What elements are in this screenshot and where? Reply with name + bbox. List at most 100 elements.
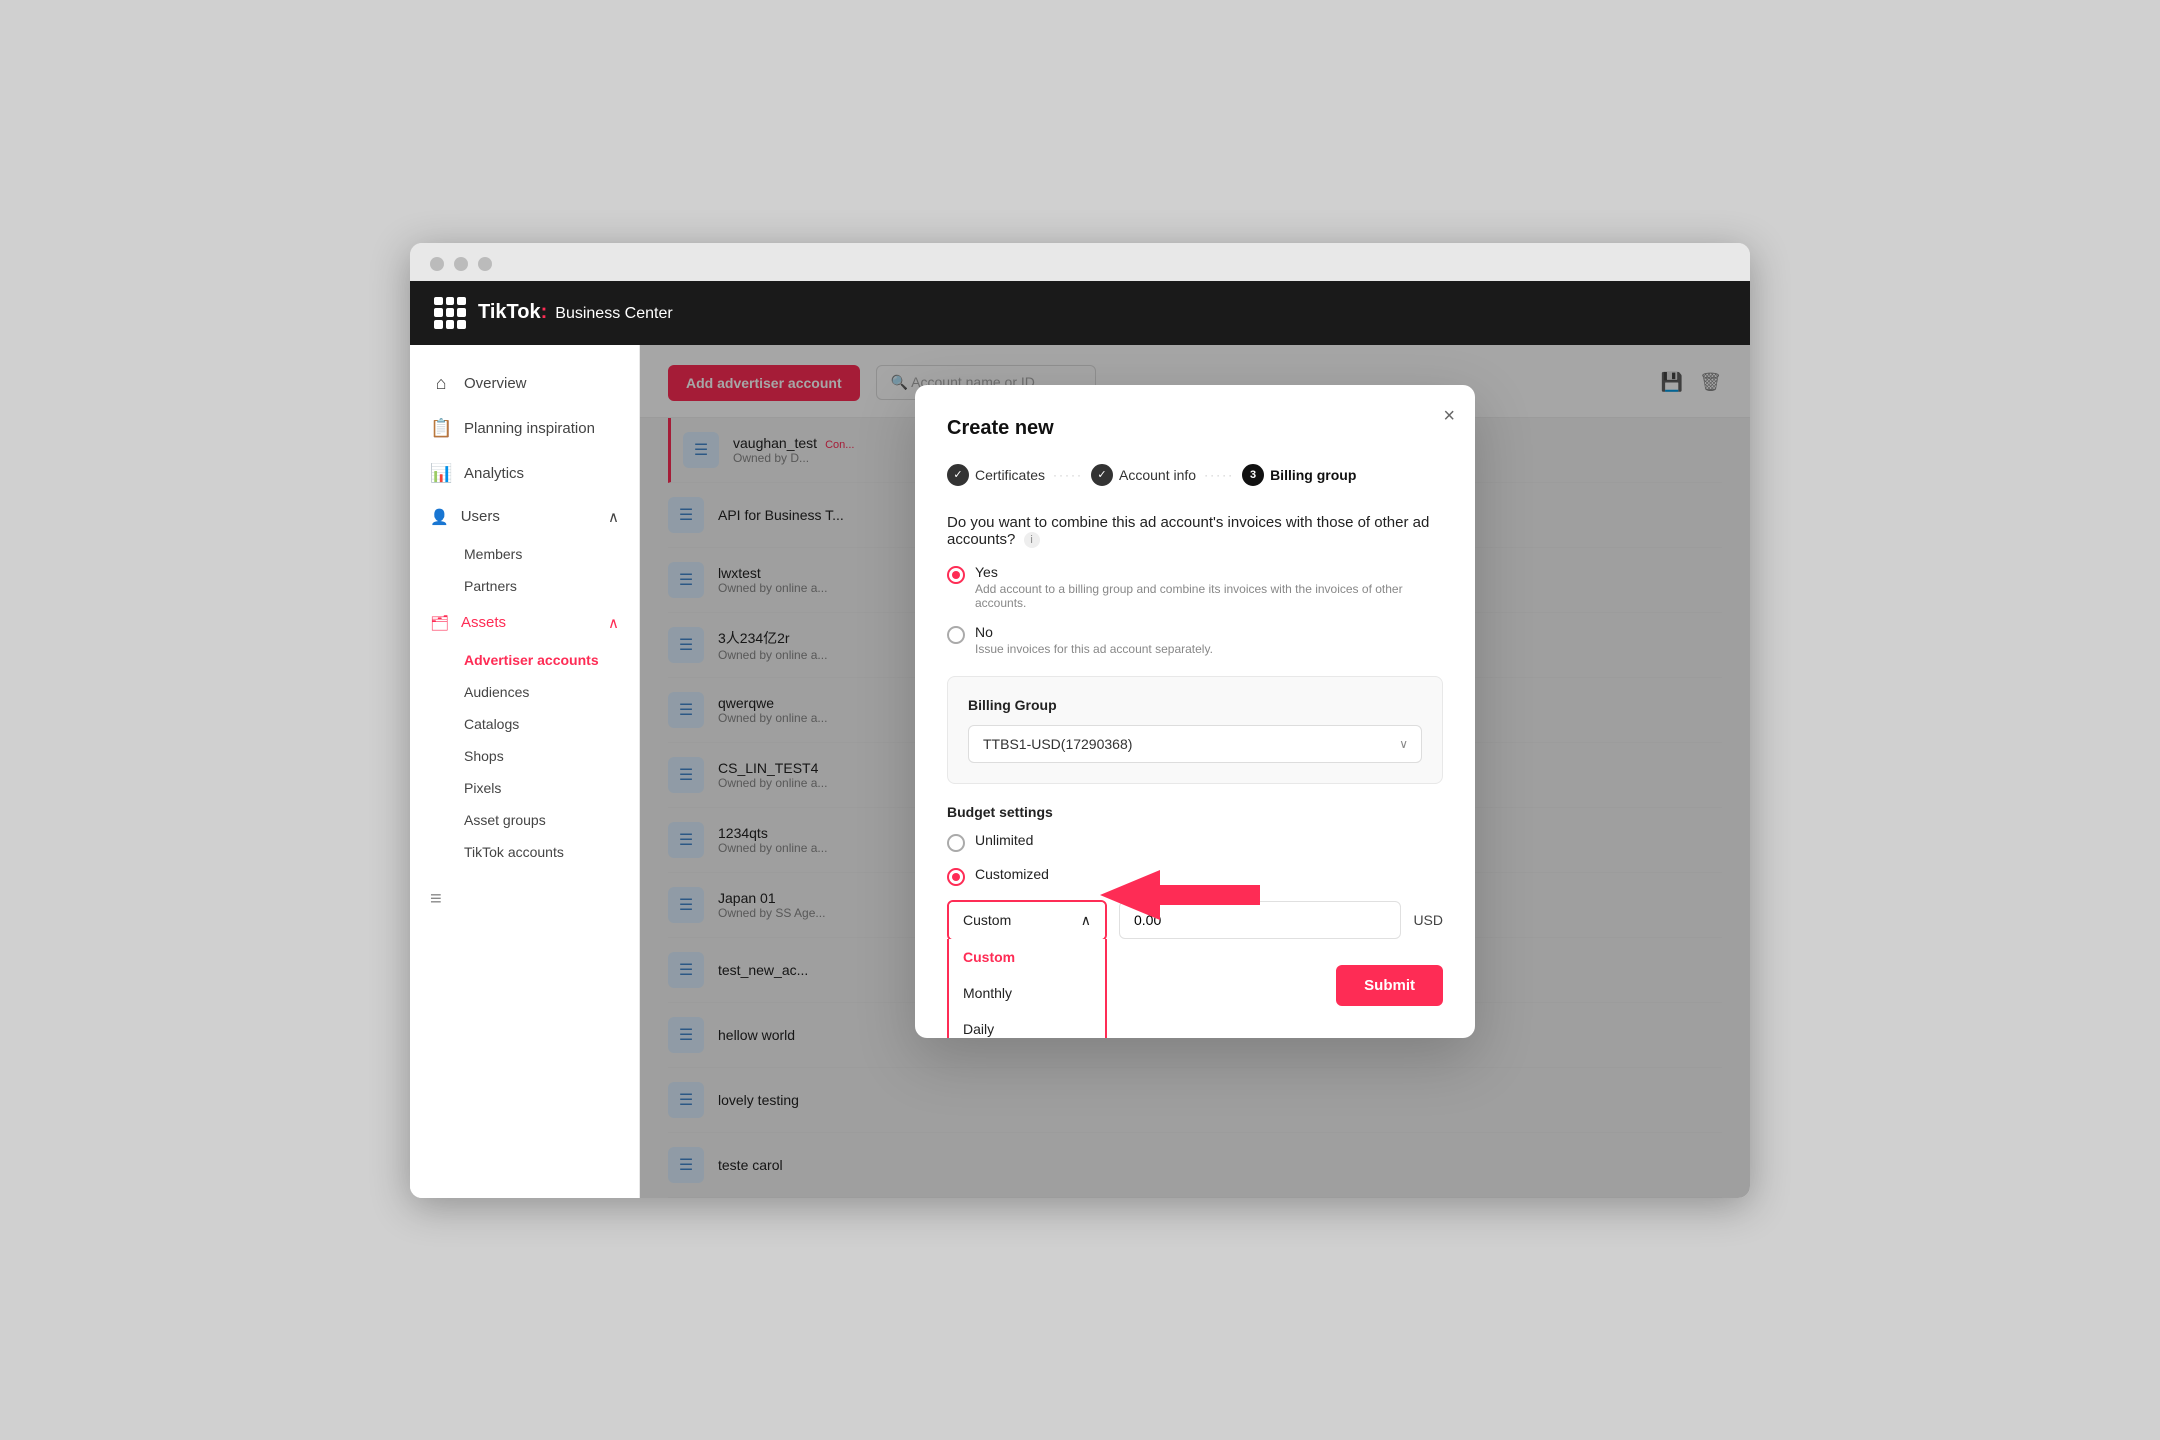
- sidebar-collapse-btn[interactable]: ≡: [410, 868, 639, 931]
- sidebar-label-catalogs: Catalogs: [464, 716, 519, 732]
- billing-group-value: TTBS1-USD(17290368): [983, 736, 1132, 752]
- sidebar-item-shops[interactable]: Shops: [410, 740, 639, 772]
- currency-label: USD: [1413, 912, 1443, 928]
- sidebar-label-overview: Overview: [464, 375, 527, 392]
- radio-yes-desc: Add account to a billing group and combi…: [975, 582, 1443, 610]
- assets-arrow-icon: ∧: [608, 614, 619, 632]
- dropdown-selected: Custom: [963, 912, 1011, 928]
- users-arrow-icon: ∧: [608, 508, 619, 526]
- sidebar-label-analytics: Analytics: [464, 465, 524, 482]
- sidebar-label-users: Users: [461, 508, 500, 525]
- sidebar-item-analytics[interactable]: 📊 Analytics: [410, 451, 639, 496]
- billing-group-select[interactable]: TTBS1-USD(17290368): [968, 725, 1422, 763]
- radio-unlimited-label: Unlimited: [975, 832, 1033, 848]
- dropdown-menu: Custom Monthly Daily: [947, 939, 1107, 1038]
- radio-group-billing: Yes Add account to a billing group and c…: [947, 564, 1443, 656]
- sidebar-label-pixels: Pixels: [464, 780, 501, 796]
- traffic-light-yellow: [454, 257, 468, 271]
- submit-button[interactable]: Submit: [1336, 965, 1443, 1006]
- billing-question: Do you want to combine this ad account's…: [947, 514, 1443, 548]
- traffic-light-red: [430, 257, 444, 271]
- users-icon: 👤: [430, 508, 449, 526]
- top-nav: TikTok: Business Center: [410, 281, 1750, 345]
- radio-yes-label: Yes: [975, 564, 1443, 580]
- app-container: TikTok: Business Center ⌂ Overview 📋 Pla…: [410, 281, 1750, 1198]
- sidebar-label-shops: Shops: [464, 748, 504, 764]
- sidebar-item-assets[interactable]: 🗂 Assets ∧: [410, 602, 639, 644]
- radio-no[interactable]: No Issue invoices for this ad account se…: [947, 624, 1443, 656]
- step-account-info: ✓ Account info: [1091, 464, 1196, 486]
- dropdown-chevron-icon: ∧: [1081, 912, 1091, 929]
- sidebar-item-advertiser[interactable]: Advertiser accounts: [410, 644, 639, 676]
- sidebar-item-users[interactable]: 👤 Users ∧: [410, 496, 639, 538]
- step-dots-2: ·····: [1204, 468, 1234, 482]
- modal-title: Create new: [947, 417, 1443, 440]
- step-certificates: ✓ Certificates: [947, 464, 1045, 486]
- brand-sub: Business Center: [555, 305, 672, 323]
- dropdown-item-daily[interactable]: Daily: [949, 1011, 1105, 1038]
- traffic-light-green: [478, 257, 492, 271]
- sidebar-item-partners[interactable]: Partners: [410, 570, 639, 602]
- dropdown-trigger[interactable]: Custom ∧: [949, 902, 1105, 939]
- modal-stepper: ✓ Certificates ····· ✓ Account info ····…: [947, 464, 1443, 486]
- modal-close-button[interactable]: ×: [1443, 405, 1455, 428]
- budget-row: Custom ∧ Custom Monthly Daily: [947, 900, 1443, 941]
- radio-no-desc: Issue invoices for this ad account separ…: [975, 642, 1213, 656]
- sidebar-item-tiktok-accounts[interactable]: TikTok accounts: [410, 836, 639, 868]
- dropdown-item-monthly[interactable]: Monthly: [949, 975, 1105, 1011]
- collapse-icon: ≡: [430, 888, 442, 910]
- sidebar-label-assets: Assets: [461, 614, 506, 631]
- amount-input[interactable]: [1119, 901, 1401, 939]
- grid-icon: [434, 297, 466, 329]
- step-billing-group: 3 Billing group: [1242, 464, 1356, 486]
- radio-yes-btn[interactable]: [947, 566, 965, 584]
- sidebar-item-overview[interactable]: ⌂ Overview: [410, 361, 639, 406]
- radio-customized-btn[interactable]: [947, 868, 965, 886]
- nav-logo: TikTok: Business Center: [434, 297, 673, 329]
- browser-chrome: [410, 243, 1750, 281]
- billing-group-select-wrapper: TTBS1-USD(17290368): [968, 725, 1422, 763]
- step-dots-1: ·····: [1053, 468, 1083, 482]
- sidebar-label-audiences: Audiences: [464, 684, 529, 700]
- sidebar-item-pixels[interactable]: Pixels: [410, 772, 639, 804]
- step-label-certificates: Certificates: [975, 467, 1045, 483]
- analytics-icon: 📊: [430, 463, 452, 484]
- modal-dialog: Create new × ✓ Certificates ····· ✓ Ac: [915, 385, 1475, 1038]
- sidebar-item-members[interactable]: Members: [410, 538, 639, 570]
- radio-customized-label: Customized: [975, 866, 1049, 882]
- sidebar-label-tiktok-accounts: TikTok accounts: [464, 844, 564, 860]
- step-check-2: ✓: [1091, 464, 1113, 486]
- sidebar-item-catalogs[interactable]: Catalogs: [410, 708, 639, 740]
- assets-icon: 🗂: [430, 614, 449, 632]
- budget-settings-section: Budget settings Unlimited Customized: [947, 804, 1443, 941]
- step-check-3: 3: [1242, 464, 1264, 486]
- sidebar-label-advertiser: Advertiser accounts: [464, 652, 599, 668]
- info-icon: i: [1024, 532, 1040, 548]
- radio-unlimited[interactable]: Unlimited: [947, 832, 1443, 852]
- radio-customized[interactable]: Customized: [947, 866, 1443, 886]
- sidebar-item-asset-groups[interactable]: Asset groups: [410, 804, 639, 836]
- radio-yes[interactable]: Yes Add account to a billing group and c…: [947, 564, 1443, 610]
- sidebar: ⌂ Overview 📋 Planning inspiration 📊 Anal…: [410, 345, 640, 1198]
- sidebar-label-asset-groups: Asset groups: [464, 812, 546, 828]
- sidebar-item-audiences[interactable]: Audiences: [410, 676, 639, 708]
- radio-unlimited-btn[interactable]: [947, 834, 965, 852]
- main-layout: ⌂ Overview 📋 Planning inspiration 📊 Anal…: [410, 345, 1750, 1198]
- step-label-account-info: Account info: [1119, 467, 1196, 483]
- step-check-1: ✓: [947, 464, 969, 486]
- browser-window: TikTok: Business Center ⌂ Overview 📋 Pla…: [410, 243, 1750, 1198]
- radio-no-btn[interactable]: [947, 626, 965, 644]
- sidebar-label-planning: Planning inspiration: [464, 420, 595, 437]
- modal-overlay: Create new × ✓ Certificates ····· ✓ Ac: [640, 345, 1750, 1198]
- dropdown-item-custom[interactable]: Custom: [949, 939, 1105, 975]
- billing-group-label: Billing Group: [968, 697, 1422, 713]
- sidebar-label-members: Members: [464, 546, 522, 562]
- brand-tiktok: TikTok: [478, 301, 541, 324]
- budget-settings-label: Budget settings: [947, 804, 1443, 820]
- sidebar-label-partners: Partners: [464, 578, 517, 594]
- budget-type-dropdown[interactable]: Custom ∧ Custom Monthly Daily: [947, 900, 1107, 941]
- home-icon: ⌂: [430, 373, 452, 394]
- planning-icon: 📋: [430, 418, 452, 439]
- billing-group-section: Billing Group TTBS1-USD(17290368): [947, 676, 1443, 784]
- sidebar-item-planning[interactable]: 📋 Planning inspiration: [410, 406, 639, 451]
